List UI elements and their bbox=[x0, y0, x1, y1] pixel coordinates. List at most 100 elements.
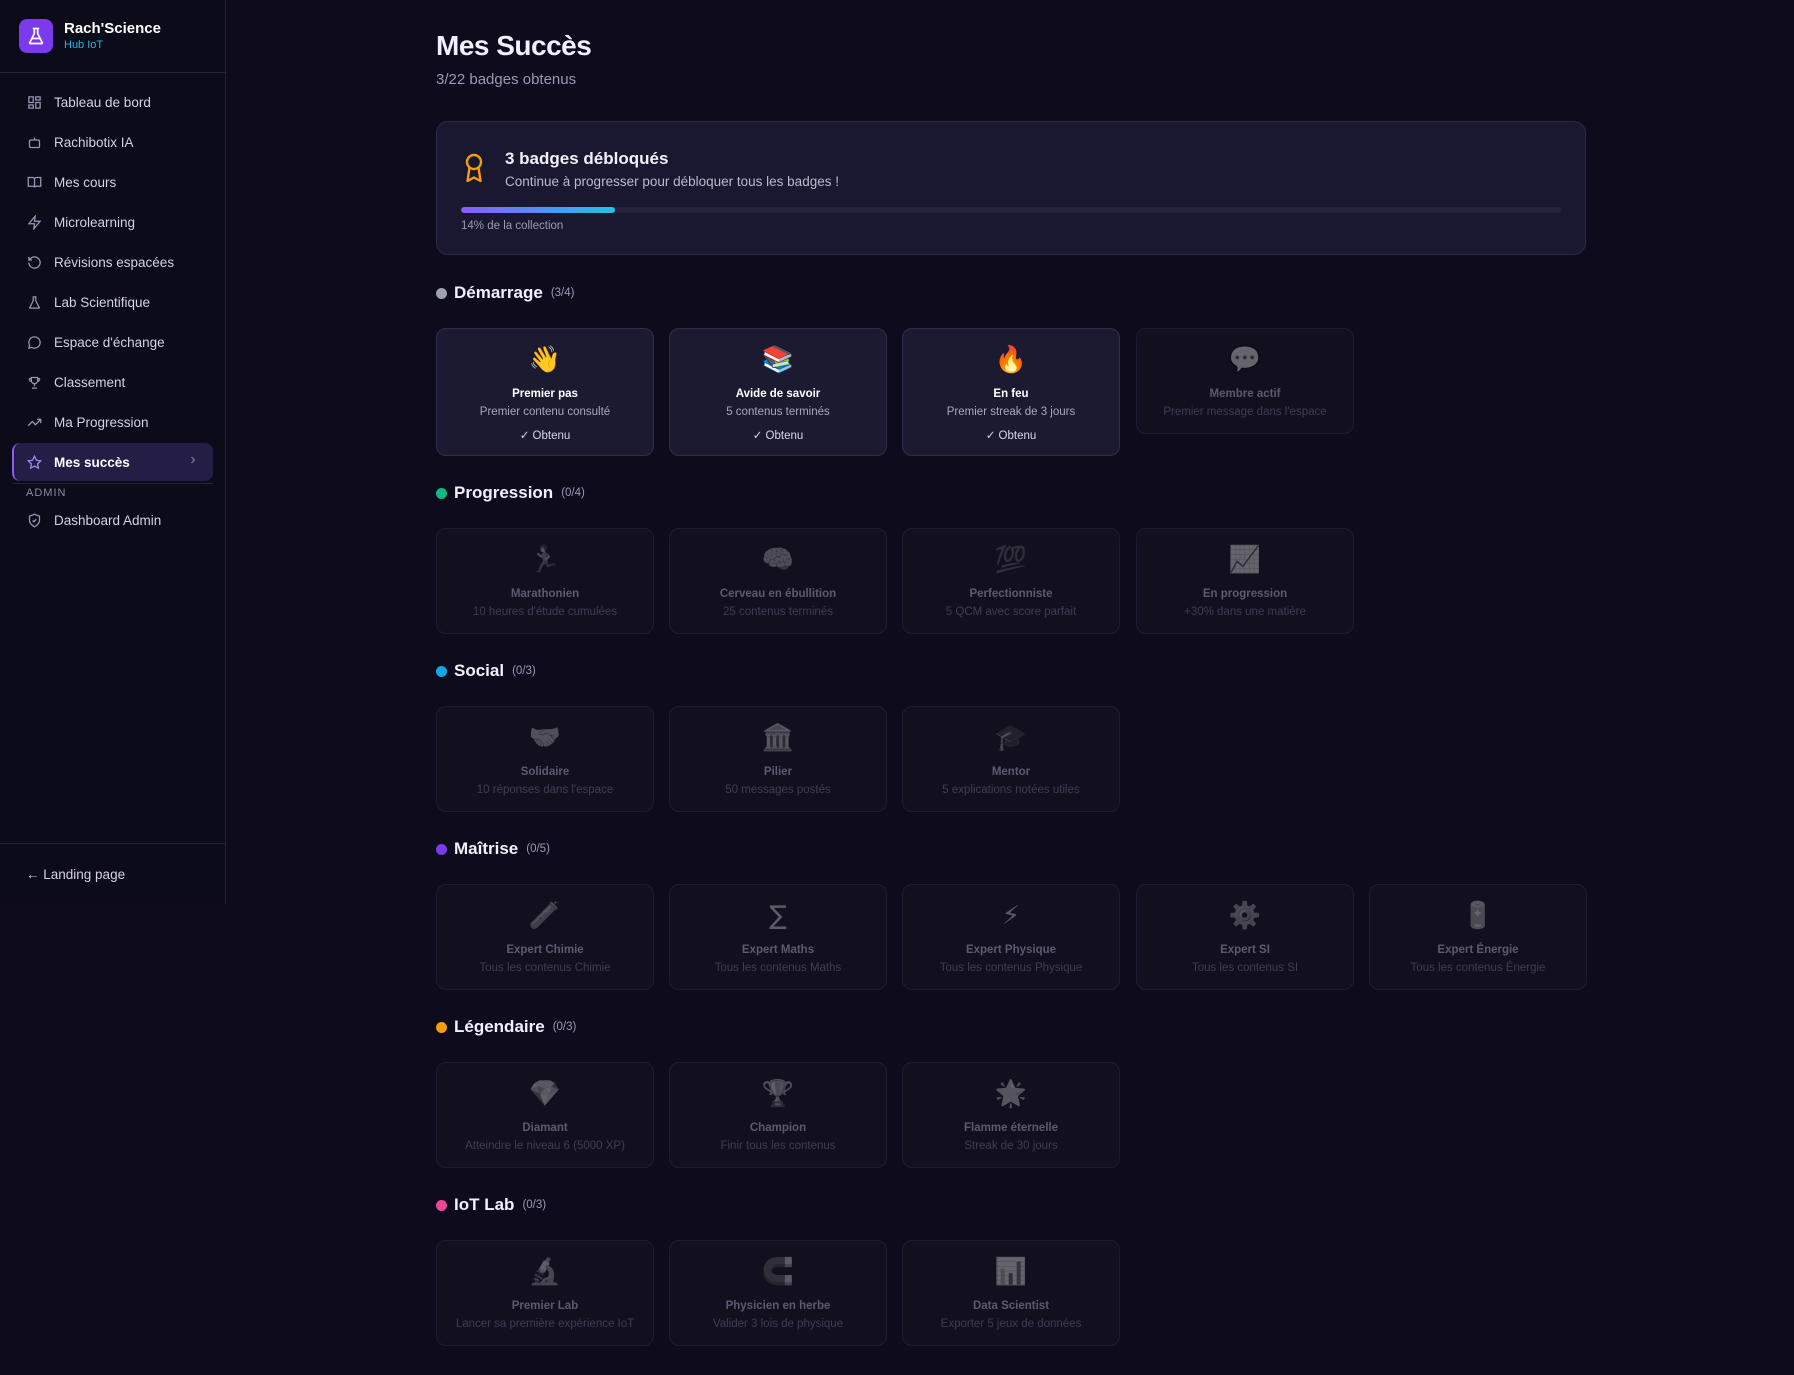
badge-name: Flamme éternelle bbox=[964, 1122, 1058, 1134]
sidebar-item-mes-cours[interactable]: Mes cours bbox=[12, 163, 213, 201]
sidebar-item-label: Microlearning bbox=[54, 214, 136, 230]
badge-name: En progression bbox=[1202, 588, 1288, 600]
trend-icon bbox=[26, 414, 42, 430]
sidebar-item-tableau-de-bord[interactable]: Tableau de bord bbox=[12, 83, 213, 121]
badge-card[interactable]: 🔋 Expert Énergie Tous les contenus Énergie bbox=[1369, 884, 1587, 990]
dashboard-icon bbox=[26, 94, 42, 110]
chevron-right-icon bbox=[187, 454, 199, 469]
sidebar-item-ma-progression[interactable]: Ma Progression bbox=[12, 403, 213, 441]
badge-description: Tous les contenus Chimie bbox=[479, 962, 611, 974]
summary-message: Continue à progresser pour débloquer tou… bbox=[505, 174, 839, 189]
section-count: (0/4) bbox=[561, 487, 585, 499]
badge-name: Marathonien bbox=[510, 588, 580, 600]
section-header: Social (0/3) bbox=[436, 661, 536, 681]
sidebar-item-espace-echange[interactable]: Espace d'échange bbox=[12, 323, 213, 361]
badge-description: Tous les contenus Énergie bbox=[1410, 962, 1546, 974]
badge-card[interactable]: 🧲 Physicien en herbe Valider 3 lois de phy… bbox=[669, 1240, 887, 1346]
brand-name: Rach'Science bbox=[64, 20, 161, 37]
badge-card[interactable]: 📊 Data Scientist Exporter 5 jeux de donnée… bbox=[902, 1240, 1120, 1346]
badge-card[interactable]: 📚 Avide de savoir 5 contenus terminés ✓ Obt… bbox=[669, 328, 887, 456]
bot-icon bbox=[26, 134, 42, 150]
trophy-icon bbox=[26, 374, 42, 390]
badge-name: Premier pas bbox=[512, 388, 578, 400]
badge-emoji-icon: 🏆 bbox=[761, 1079, 795, 1109]
badge-card[interactable]: ⚙️ Expert SI Tous les contenus SI bbox=[1136, 884, 1354, 990]
badge-emoji-icon: ∑ bbox=[769, 901, 787, 931]
brand[interactable]: Rach'Science Hub IoT bbox=[0, 0, 225, 73]
section-header: Démarrage (3/4) bbox=[436, 283, 574, 303]
sidebar: Rach'Science Hub IoT Tableau de bord Rac… bbox=[0, 0, 226, 904]
badge-card[interactable]: 💎 Diamant Atteindre le niveau 6 (5000 XP) bbox=[436, 1062, 654, 1168]
brand-subtitle: Hub IoT bbox=[64, 39, 104, 51]
section-title: Progression bbox=[454, 483, 554, 502]
badge-name: Expert Chimie bbox=[506, 944, 584, 956]
progress-fill bbox=[461, 207, 615, 213]
badge-card[interactable]: 🏃 Marathonien 10 heures d'étude cumulées bbox=[436, 528, 654, 634]
badge-name: Solidaire bbox=[520, 766, 570, 778]
badge-emoji-icon: 🔬 bbox=[528, 1257, 562, 1287]
badge-card[interactable]: 👋 Premier pas Premier contenu consulté ✓ Ob… bbox=[436, 328, 654, 456]
badge-card[interactable]: 🧠 Cerveau en ébullition 25 contenus termin… bbox=[669, 528, 887, 634]
section-count: (0/3) bbox=[552, 1021, 577, 1033]
book-icon bbox=[26, 174, 42, 190]
sidebar-item-mes-succes[interactable]: Mes succès bbox=[12, 443, 213, 481]
section-header: Légendaire (0/3) bbox=[436, 1017, 576, 1037]
section-header: IoT Lab (0/3) bbox=[436, 1195, 546, 1215]
badge-card[interactable]: 🧪 Expert Chimie Tous les contenus Chimie bbox=[436, 884, 654, 990]
badge-card[interactable]: 🎓 Mentor 5 explications notées utiles bbox=[902, 706, 1120, 812]
sidebar-item-label: Mes succès bbox=[54, 454, 130, 470]
badge-card[interactable]: 🔥 En feu Premier streak de 3 jours ✓ Obtenu bbox=[902, 328, 1120, 456]
badge-name: Cerveau en ébullition bbox=[719, 588, 837, 600]
section-title: Maîtrise bbox=[454, 839, 519, 858]
badge-name: Expert SI bbox=[1220, 944, 1270, 956]
badge-name: Expert Énergie bbox=[1437, 944, 1519, 956]
badge-emoji-icon: 🌟 bbox=[994, 1079, 1028, 1109]
sidebar-item-revisions[interactable]: Révisions espacées bbox=[12, 243, 213, 281]
badge-emoji-icon: 🎓 bbox=[994, 723, 1028, 753]
section-dot bbox=[436, 287, 447, 299]
progress-label: 14% de la collection bbox=[461, 220, 564, 232]
sidebar-item-dashboard-admin[interactable]: Dashboard Admin bbox=[12, 501, 213, 539]
badge-emoji-icon: 📈 bbox=[1228, 545, 1262, 575]
badge-description: 10 heures d'étude cumulées bbox=[472, 606, 618, 618]
section-dot bbox=[436, 487, 447, 499]
badge-card[interactable]: ⚡ Expert Physique Tous les contenus Physiq… bbox=[902, 884, 1120, 990]
badge-emoji-icon: ⚙️ bbox=[1228, 901, 1262, 931]
sidebar-item-lab-scientifique[interactable]: Lab Scientifique bbox=[12, 283, 213, 321]
badge-card[interactable]: 🤝 Solidaire 10 réponses dans l'espace bbox=[436, 706, 654, 812]
section-title: Démarrage bbox=[454, 283, 543, 302]
flask-logo-icon bbox=[19, 19, 53, 53]
badge-name: Avide de savoir bbox=[735, 388, 821, 400]
badge-status: ✓ Obtenu bbox=[519, 430, 571, 442]
sidebar-item-label: Lab Scientifique bbox=[54, 294, 151, 310]
badge-description: Lancer sa première expérience IoT bbox=[455, 1318, 635, 1330]
badge-card[interactable]: 💬 Membre actif Premier message dans l'espa… bbox=[1136, 328, 1354, 434]
sidebar-item-label: Tableau de bord bbox=[54, 94, 151, 110]
section-dot bbox=[436, 843, 447, 855]
badge-card[interactable]: 💯 Perfectionniste 5 QCM avec score parfait bbox=[902, 528, 1120, 634]
badge-card[interactable]: 🏛️ Pilier 50 messages postés bbox=[669, 706, 887, 812]
badge-name: Pilier bbox=[763, 766, 793, 778]
badge-card[interactable]: 🔬 Premier Lab Lancer sa première expérienc… bbox=[436, 1240, 654, 1346]
landing-page-link[interactable]: ← Landing page bbox=[0, 843, 225, 904]
badge-description: Valider 3 lois de physique bbox=[712, 1318, 844, 1330]
badge-description: Tous les contenus Maths bbox=[714, 962, 842, 974]
section-dot bbox=[436, 665, 447, 677]
badge-card[interactable]: 🏆 Champion Finir tous les contenus bbox=[669, 1062, 887, 1168]
badge-card[interactable]: 🌟 Flamme éternelle Streak de 30 jours bbox=[902, 1062, 1120, 1168]
sidebar-item-classement[interactable]: Classement bbox=[12, 363, 213, 401]
sidebar-item-rachibotix[interactable]: Rachibotix IA bbox=[12, 123, 213, 161]
badge-card[interactable]: ∑ Expert Maths Tous les contenus Maths bbox=[669, 884, 887, 990]
sidebar-item-label: Espace d'échange bbox=[54, 334, 165, 350]
badge-description: 5 explications notées utiles bbox=[942, 784, 1080, 796]
section-dot bbox=[436, 1199, 447, 1211]
badge-name: Mentor bbox=[991, 766, 1031, 778]
badge-description: 5 QCM avec score parfait bbox=[945, 606, 1077, 618]
admin-section-label: ADMIN bbox=[26, 487, 67, 499]
badge-description: Premier streak de 3 jours bbox=[946, 406, 1076, 418]
sidebar-item-microlearning[interactable]: Microlearning bbox=[12, 203, 213, 241]
badge-emoji-icon: 👋 bbox=[528, 345, 562, 375]
badge-name: Data Scientist bbox=[972, 1300, 1050, 1312]
badge-emoji-icon: 🏛️ bbox=[761, 723, 795, 753]
badge-card[interactable]: 📈 En progression +30% dans une matière bbox=[1136, 528, 1354, 634]
